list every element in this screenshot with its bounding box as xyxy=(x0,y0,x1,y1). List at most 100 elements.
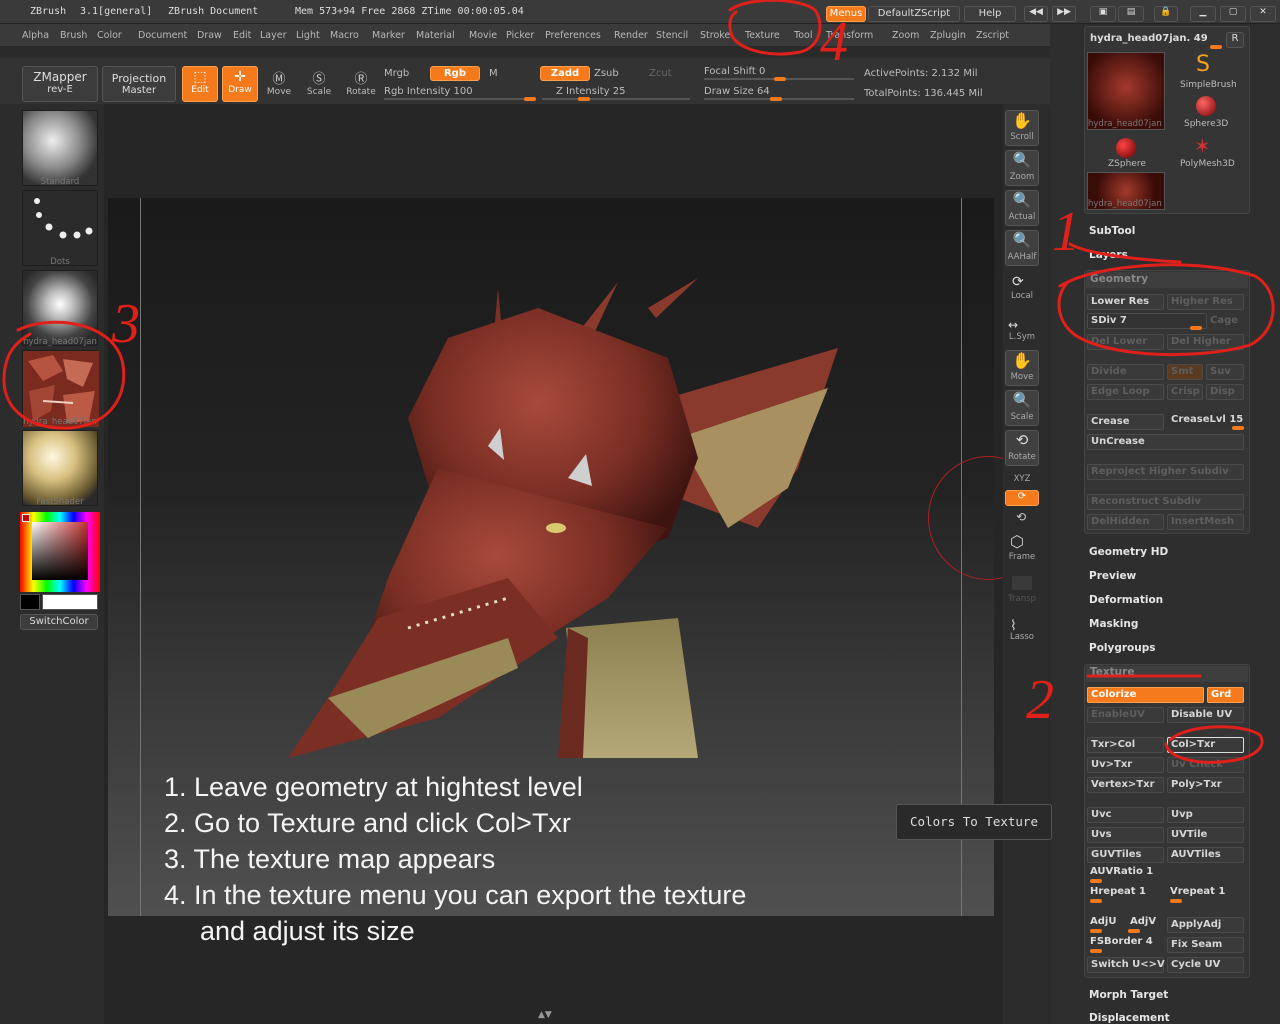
deformation-header[interactable]: Deformation xyxy=(1089,594,1163,606)
mrgb-toggle[interactable]: Mrgb xyxy=(384,68,409,79)
brush-dots[interactable] xyxy=(22,190,98,266)
draw-mode-button[interactable]: ✛ Draw xyxy=(222,66,258,102)
zmapper-button[interactable]: ZMapper rev-E xyxy=(22,66,98,102)
subtool-header[interactable]: SubTool xyxy=(1089,225,1135,237)
menu-movie[interactable]: Movie xyxy=(469,30,497,41)
adjv-knob[interactable] xyxy=(1128,929,1140,933)
zsub-toggle[interactable]: Zsub xyxy=(594,68,619,79)
menu-texture[interactable]: Texture xyxy=(745,30,780,41)
menu-draw[interactable]: Draw xyxy=(197,30,222,41)
texture-thumb[interactable] xyxy=(22,350,99,427)
move-mode-button[interactable]: Ⓜ Move xyxy=(262,66,296,102)
masking-header[interactable]: Masking xyxy=(1089,618,1138,630)
menu-zoom[interactable]: Zoom xyxy=(892,30,919,41)
preview-header[interactable]: Preview xyxy=(1089,570,1136,582)
auvratio-knob[interactable] xyxy=(1090,879,1102,883)
col-txr-button[interactable]: Col>Txr xyxy=(1167,737,1244,753)
vrepeat-knob[interactable] xyxy=(1170,899,1182,903)
menu-tool[interactable]: Tool xyxy=(794,30,812,41)
menu-alpha[interactable]: Alpha xyxy=(22,30,49,41)
poly-txr-button[interactable]: Poly>Txr xyxy=(1167,777,1244,793)
menu-render[interactable]: Render xyxy=(614,30,648,41)
switch-color-button[interactable]: SwitchColor xyxy=(20,614,98,630)
smt-toggle[interactable]: Smt xyxy=(1167,364,1203,380)
menu-zscript[interactable]: Zscript xyxy=(976,30,1009,41)
menu-stroke[interactable]: Stroke xyxy=(700,30,730,41)
colorize-toggle[interactable]: Colorize xyxy=(1087,687,1204,703)
disp-slider[interactable]: Disp xyxy=(1206,384,1244,400)
edit-mode-button[interactable]: ⬚ Edit xyxy=(182,66,218,102)
vertex-txr-button[interactable]: Vertex>Txr xyxy=(1087,777,1164,793)
fsborder-slider[interactable]: FSBorder 4 xyxy=(1090,936,1153,947)
zcut-toggle[interactable]: Zcut xyxy=(649,68,672,79)
rgb-intensity-slider[interactable] xyxy=(384,98,534,100)
insertmesh-button[interactable]: InsertMesh xyxy=(1167,514,1244,530)
secondary-color-swatch[interactable] xyxy=(20,594,40,610)
lsym-icon[interactable]: ↔ xyxy=(1008,318,1018,332)
guvtiles-button[interactable]: GUVTiles xyxy=(1087,847,1164,863)
sphere3d-icon[interactable] xyxy=(1196,96,1216,116)
menu-color[interactable]: Color xyxy=(97,30,122,41)
menu-material[interactable]: Material xyxy=(416,30,455,41)
color-picker-cursor[interactable] xyxy=(22,514,30,522)
transp-icon[interactable] xyxy=(1012,576,1032,590)
menu-macro[interactable]: Macro xyxy=(330,30,359,41)
fsborder-knob[interactable] xyxy=(1090,949,1102,953)
del-higher-button[interactable]: Del Higher xyxy=(1167,334,1244,350)
menu-picker[interactable]: Picker xyxy=(506,30,534,41)
delhidden-button[interactable]: DelHidden xyxy=(1087,514,1164,530)
xyz-toggle[interactable]: XYZ xyxy=(1001,474,1043,484)
applyadj-button[interactable]: ApplyAdj xyxy=(1167,917,1244,933)
rgb-intensity-knob[interactable] xyxy=(524,97,536,101)
maximize-icon[interactable]: ▢ xyxy=(1220,6,1246,22)
projection-master-button[interactable]: Projection Master xyxy=(102,66,176,102)
fix-seam-button[interactable]: Fix Seam xyxy=(1167,937,1244,953)
displacement-header[interactable]: Displacement xyxy=(1089,1012,1170,1024)
canvas-scroll-handle-icon[interactable]: ▲▼ xyxy=(538,1010,562,1022)
del-lower-button[interactable]: Del Lower xyxy=(1087,334,1164,350)
sdiv-knob[interactable] xyxy=(1190,326,1202,330)
draw-size-knob[interactable] xyxy=(770,97,782,101)
local-icon[interactable]: ⟳ xyxy=(1012,274,1024,290)
geometry-hd-header[interactable]: Geometry HD xyxy=(1089,546,1168,558)
hrepeat-knob[interactable] xyxy=(1090,899,1102,903)
cycle-uv-button[interactable]: Cycle UV xyxy=(1167,957,1244,973)
lock-icon[interactable]: 🔒 xyxy=(1154,6,1178,22)
menu-edit[interactable]: Edit xyxy=(233,30,251,41)
rotate-mode-button[interactable]: Ⓡ Rotate xyxy=(342,66,380,102)
crisp-toggle[interactable]: Crisp xyxy=(1167,384,1203,400)
cage-button[interactable]: Cage xyxy=(1210,315,1238,326)
menu-brush[interactable]: Brush xyxy=(60,30,87,41)
z-rotate-icon[interactable]: ⟲ xyxy=(1016,510,1026,524)
layers-header[interactable]: Layers xyxy=(1089,249,1128,261)
uvp-button[interactable]: Uvp xyxy=(1167,807,1244,823)
minimize-icon[interactable]: ▁ xyxy=(1190,6,1216,22)
adju-slider[interactable]: AdjU xyxy=(1090,916,1116,927)
m-toggle[interactable]: M xyxy=(489,68,498,79)
simplebrush-icon[interactable]: S xyxy=(1196,52,1210,77)
uncrease-button[interactable]: UnCrease xyxy=(1087,434,1244,450)
crease-button[interactable]: Crease xyxy=(1087,414,1164,430)
sdiv-slider[interactable]: SDiv 7 xyxy=(1087,313,1207,329)
txr-col-button[interactable]: Txr>Col xyxy=(1087,737,1164,753)
menu-layer[interactable]: Layer xyxy=(260,30,287,41)
z-intensity-slider[interactable] xyxy=(542,98,690,100)
color-picker-sv[interactable] xyxy=(32,522,88,580)
primary-color-swatch[interactable] xyxy=(42,594,98,610)
layout-1-icon[interactable]: ▣ xyxy=(1090,6,1116,22)
auvratio-slider[interactable]: AUVRatio 1 xyxy=(1090,866,1153,877)
menu-light[interactable]: Light xyxy=(296,30,320,41)
reproject-button[interactable]: Reproject Higher Subdiv xyxy=(1087,464,1244,480)
zsphere-icon[interactable] xyxy=(1116,138,1136,158)
z-intensity-knob[interactable] xyxy=(578,97,590,101)
scroll-right-icon[interactable]: ▶▶ xyxy=(1052,6,1076,22)
y-rotate-toggle[interactable]: ⟳ xyxy=(1005,490,1039,506)
menu-document[interactable]: Document xyxy=(138,30,187,41)
divide-button[interactable]: Divide xyxy=(1087,364,1164,380)
vrepeat-slider[interactable]: Vrepeat 1 xyxy=(1170,886,1225,897)
hrepeat-slider[interactable]: Hrepeat 1 xyxy=(1090,886,1146,897)
material-standard[interactable] xyxy=(22,110,98,186)
polygroups-header[interactable]: Polygroups xyxy=(1089,642,1156,654)
edge-loop-button[interactable]: Edge Loop xyxy=(1087,384,1164,400)
alpha-thumb[interactable] xyxy=(22,270,98,346)
